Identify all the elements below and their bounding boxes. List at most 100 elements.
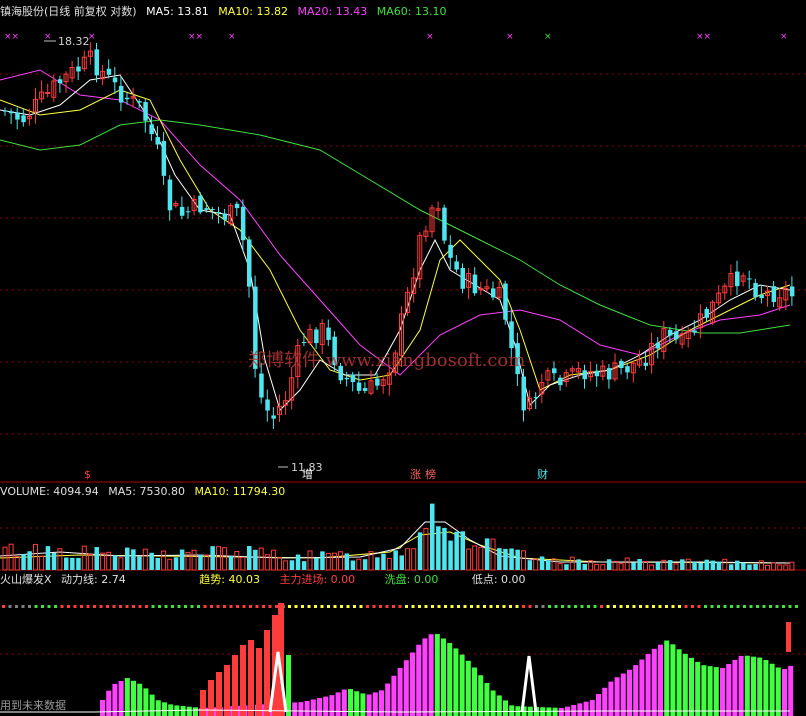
- volume-bar: [600, 564, 606, 571]
- indicator-bar: [329, 695, 335, 716]
- volume-bar: [283, 560, 289, 571]
- signal-dot: [301, 605, 304, 608]
- signal-dot: [749, 605, 753, 608]
- signal-dot-row: [2, 605, 798, 608]
- signal-dot: [314, 605, 317, 608]
- volume-bar: [155, 557, 160, 570]
- volume-bar: [606, 559, 612, 570]
- candle-body: [94, 49, 99, 76]
- signal-dot: [60, 605, 64, 608]
- indicator-bar: [720, 668, 725, 716]
- signal-dot: [411, 605, 415, 608]
- signal-dot: [236, 605, 239, 608]
- signal-dot: [600, 605, 603, 608]
- indicator-bar: [695, 661, 701, 716]
- volume-bar: [643, 560, 648, 571]
- volume-bar: [173, 557, 179, 570]
- signal-dot: [782, 605, 785, 608]
- indicator-bar: [428, 634, 434, 716]
- volume-bar: [692, 561, 697, 570]
- signal-dot: [678, 605, 681, 608]
- volume-bar: [503, 548, 508, 570]
- signal-dot: [8, 605, 12, 608]
- volume-bar: [557, 563, 563, 571]
- volume-bar: [14, 556, 20, 571]
- signal-dot: [15, 605, 18, 608]
- signal-dot: [379, 605, 382, 608]
- indicator-bar: [366, 694, 372, 716]
- signal-dot: [268, 605, 272, 608]
- signal-dot: [444, 605, 447, 608]
- signal-dot: [775, 605, 779, 608]
- signal-dot: [632, 605, 636, 608]
- signal-dot: [574, 605, 577, 608]
- volume-bar: [667, 560, 673, 570]
- candle-body: [521, 376, 526, 411]
- indicator-bar: [465, 660, 471, 716]
- signal-dot: [184, 605, 187, 608]
- volume-bar: [338, 551, 343, 571]
- indicator-bar: [323, 696, 329, 716]
- signal-dot: [21, 605, 25, 608]
- signal-dot: [242, 605, 246, 608]
- signal-dot: [119, 605, 122, 608]
- indicator-bar: [552, 707, 558, 716]
- volume-bar: [411, 548, 417, 571]
- signal-dot: [483, 605, 486, 608]
- indicator-bar: [633, 665, 639, 716]
- indicator-bar: [354, 691, 360, 716]
- volume-bar: [448, 540, 453, 570]
- indicator-bar: [410, 652, 415, 716]
- volume-bar: [356, 558, 362, 571]
- volume-bar: [509, 548, 514, 570]
- volume-bar: [624, 557, 630, 571]
- volume-bar: [81, 545, 87, 571]
- indicator-bar: [391, 675, 397, 716]
- signal-dot: [606, 605, 610, 608]
- candle-body: [692, 330, 697, 333]
- candle-body: [533, 397, 539, 399]
- indicator-bar: [155, 700, 161, 716]
- indicator-bar: [143, 688, 149, 716]
- volume-bar: [771, 562, 777, 571]
- indicator-bar: [658, 644, 663, 716]
- indicator-bar: [100, 700, 105, 716]
- svg-text:×: ×: [228, 32, 236, 42]
- signal-dot: [346, 605, 350, 608]
- candle-body: [491, 288, 496, 298]
- indicator-bar: [472, 667, 477, 716]
- signal-dot: [73, 605, 77, 608]
- indicator-bar: [707, 666, 713, 716]
- candle-body: [265, 399, 270, 411]
- signal-dot: [372, 605, 376, 608]
- volume-bar: [203, 554, 209, 571]
- candle-body: [606, 368, 612, 380]
- volume-bar: [631, 562, 636, 570]
- signal-dot: [190, 605, 194, 608]
- indicator-bar: [434, 634, 440, 716]
- candle-body: [21, 115, 26, 123]
- indicator-bar: [310, 699, 316, 716]
- candle-body: [582, 370, 587, 380]
- volume-bar: [497, 548, 502, 570]
- volume-bar: [253, 549, 258, 570]
- signal-dot: [353, 605, 356, 608]
- signal-dot: [730, 605, 733, 608]
- signal-dot: [587, 605, 590, 608]
- volume-bar: [375, 557, 380, 570]
- volcano-bar: [224, 665, 230, 716]
- signal-dot: [476, 605, 480, 608]
- signal-dot: [112, 605, 116, 608]
- candle-body: [216, 212, 221, 214]
- signal-dot: [327, 605, 330, 608]
- signal-dot: [405, 605, 408, 608]
- signal-dot: [392, 605, 395, 608]
- signal-dot: [769, 605, 772, 608]
- candle-body: [301, 342, 307, 344]
- signal-dot: [255, 605, 259, 608]
- volume-bars: [2, 503, 795, 571]
- indicator-bar: [713, 667, 719, 716]
- signal-dot: [704, 605, 707, 608]
- volume-bar: [442, 527, 447, 570]
- event-marker-dollar: $: [84, 468, 91, 481]
